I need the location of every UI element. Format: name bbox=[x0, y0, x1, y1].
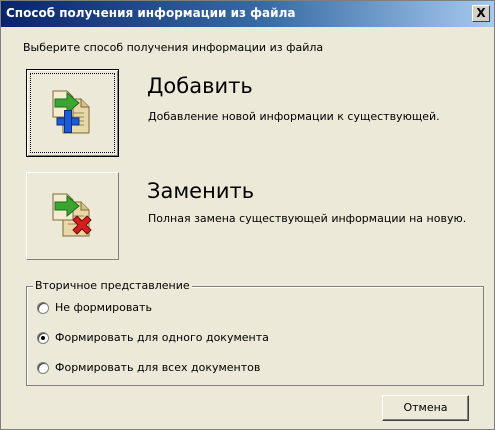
radio-button-selected[interactable] bbox=[37, 332, 49, 344]
window-title: Способ получения информации из файла bbox=[6, 6, 296, 20]
add-documents-icon bbox=[52, 90, 90, 134]
replace-option-description: Полная замена существующей информации на… bbox=[148, 212, 467, 225]
replace-documents-icon bbox=[52, 193, 92, 237]
radio-button[interactable] bbox=[37, 362, 49, 374]
close-icon: X bbox=[476, 6, 486, 20]
add-button[interactable] bbox=[26, 69, 119, 157]
radio-label: Не формировать bbox=[55, 301, 152, 314]
close-button[interactable]: X bbox=[472, 5, 490, 22]
dialog-window: Способ получения информации из файла X В… bbox=[0, 0, 495, 430]
group-legend: Вторичное представление bbox=[33, 279, 192, 292]
add-option-title: Добавить bbox=[147, 74, 253, 98]
replace-option-title: Заменить bbox=[147, 179, 255, 203]
title-bar[interactable]: Способ получения информации из файла X bbox=[1, 1, 494, 27]
radio-label: Формировать для всех документов bbox=[55, 361, 261, 374]
instruction-text: Выберите способ получения информации из … bbox=[23, 41, 324, 54]
cancel-button[interactable]: Отмена bbox=[382, 395, 469, 421]
replace-button[interactable] bbox=[26, 172, 119, 260]
add-option-description: Добавление новой информации к существующ… bbox=[148, 110, 440, 123]
radio-label: Формировать для одного документа bbox=[55, 331, 269, 344]
radio-dot bbox=[41, 336, 45, 340]
secondary-representation-group: Вторичное представление Не формировать Ф… bbox=[26, 279, 484, 386]
radio-button[interactable] bbox=[37, 302, 49, 314]
